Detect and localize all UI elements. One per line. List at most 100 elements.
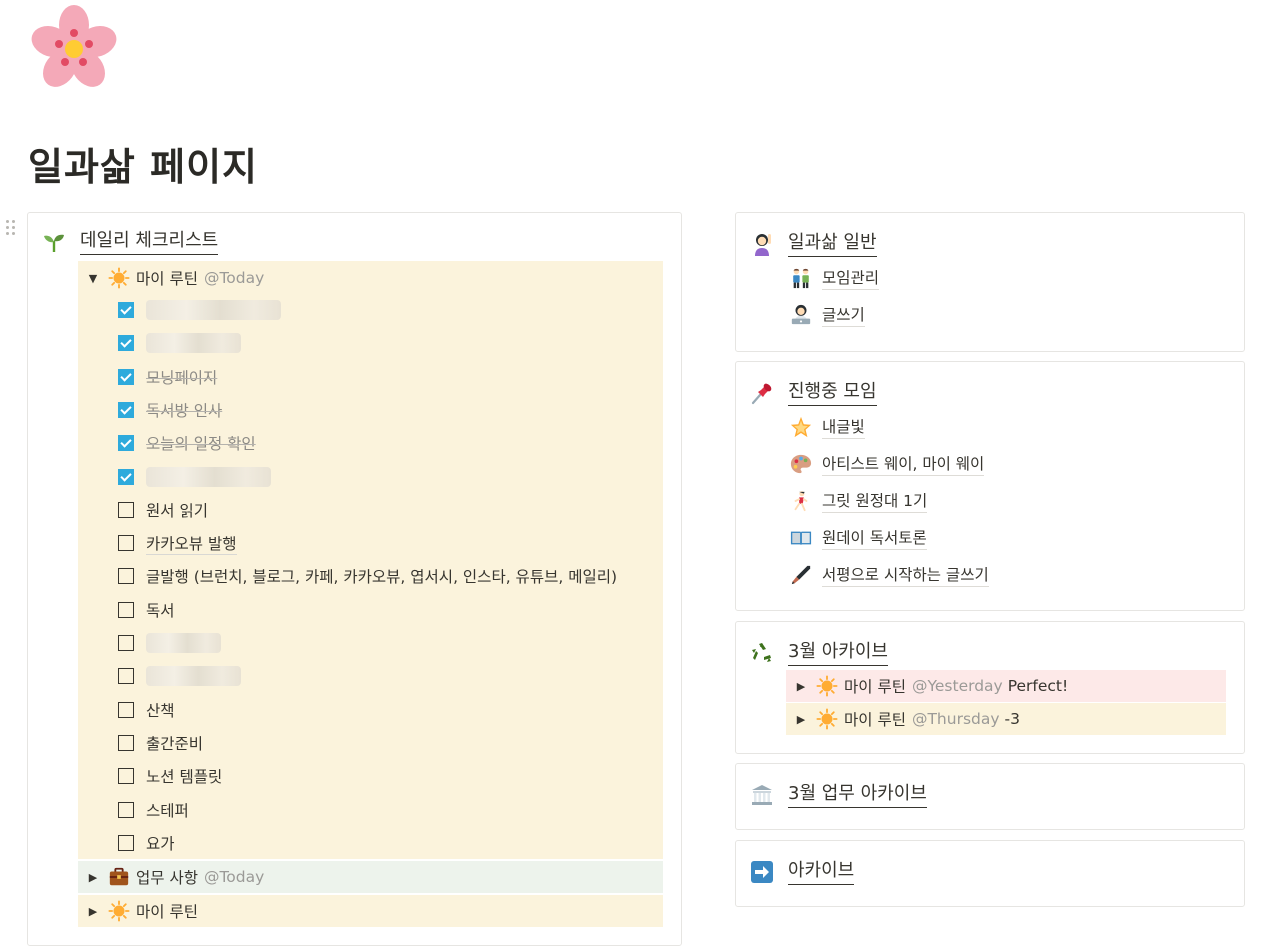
date-mention[interactable]: @Today — [204, 269, 264, 287]
checkbox-unchecked[interactable] — [118, 701, 134, 718]
archive-row-thursday[interactable]: ▶ 마이 루틴 @Thursday -3 — [786, 703, 1226, 735]
recycle-icon — [750, 641, 774, 665]
checkbox-checked[interactable] — [118, 335, 134, 352]
card-header: 3월 아카이브 — [750, 638, 888, 668]
routine-label: 마이 루틴 — [844, 711, 906, 729]
seedling-icon — [42, 230, 66, 254]
checkbox-unchecked[interactable] — [118, 768, 134, 785]
people-holding-hands-icon — [790, 267, 812, 289]
card-title[interactable]: 3월 아카이브 — [788, 640, 888, 666]
routine-label: 마이 루틴 — [136, 270, 198, 288]
checklist-label: 산책 — [146, 701, 175, 720]
link-writing[interactable]: 글쓰기 — [790, 303, 865, 327]
palette-icon — [790, 453, 812, 475]
routine-toggle[interactable]: ▼ 마이 루틴 @Today — [78, 263, 663, 293]
march-archive-card: 3월 아카이브 ▶ 마이 루틴 @Yesterday Perfect! ▶ 마이 — [735, 621, 1245, 754]
routine-label: 마이 루틴 — [136, 903, 198, 921]
checkbox-unchecked[interactable] — [118, 834, 134, 851]
checklist-item: 글발행 (브런치, 블로그, 카페, 카카오뷰, 엽서시, 인스타, 유튜브, … — [118, 563, 617, 589]
toggle-closed-icon[interactable]: ▶ — [786, 713, 816, 726]
checklist-item: 원서 읽기 — [118, 497, 208, 523]
checklist-label: 원서 읽기 — [146, 501, 208, 520]
pushpin-icon — [750, 381, 774, 405]
archive-card: 아카이브 — [735, 840, 1245, 907]
checklist-label: 출간준비 — [146, 734, 204, 753]
woman-technologist-icon — [790, 304, 812, 326]
checkbox-checked[interactable] — [118, 302, 134, 318]
checklist-item: 산책 — [118, 697, 175, 723]
card-title[interactable]: 진행중 모임 — [788, 380, 877, 406]
card-header: 3월 업무 아카이브 — [750, 780, 927, 810]
checklist-item: 스테퍼 — [118, 797, 189, 823]
toggle-closed-icon[interactable]: ▶ — [78, 905, 108, 918]
checkbox-checked[interactable] — [118, 368, 134, 385]
ongoing-meetings-card: 진행중 모임 내글빛 아티스트 웨이, 마이 웨이 그릿 원정대 1기 원데이 … — [735, 361, 1245, 611]
checkbox-unchecked[interactable] — [118, 501, 134, 518]
card-header: 아카이브 — [750, 857, 855, 887]
checklist-item: 출간준비 — [118, 730, 203, 756]
checkbox-checked[interactable] — [118, 401, 134, 418]
woman-raising-hand-icon — [750, 232, 774, 256]
glowing-star-icon — [790, 416, 812, 438]
date-mention[interactable]: @Yesterday — [912, 677, 1003, 695]
redacted-text — [146, 300, 281, 320]
card-title[interactable]: 3월 업무 아카이브 — [788, 782, 927, 808]
drag-handle-icon[interactable] — [6, 220, 18, 238]
row-note: -3 — [1004, 710, 1021, 728]
toggle-open-icon[interactable]: ▼ — [78, 272, 108, 285]
checklist-item: 오늘의 일정 확인 — [118, 430, 256, 456]
checkbox-unchecked[interactable] — [118, 568, 134, 585]
page-title[interactable]: 일과삶 페이지 — [28, 136, 258, 191]
checkbox-unchecked[interactable] — [118, 734, 134, 751]
work-toggle[interactable]: ▶ 업무 사항 @Today — [78, 862, 663, 892]
date-mention[interactable]: @Thursday — [912, 710, 1000, 728]
sun-icon — [816, 708, 838, 730]
checklist-item: 노션 템플릿 — [118, 763, 222, 789]
redacted-text — [146, 466, 271, 487]
checkbox-unchecked[interactable] — [118, 635, 134, 651]
checklist-item — [118, 464, 271, 490]
sun-icon — [108, 267, 130, 289]
checklist-item: 카카오뷰 발행 — [118, 530, 237, 556]
link-artist-way[interactable]: 아티스트 웨이, 마이 웨이 — [790, 452, 985, 476]
classical-building-icon — [750, 783, 774, 807]
archive-row-yesterday[interactable]: ▶ 마이 루틴 @Yesterday Perfect! — [786, 670, 1226, 702]
checklist-label: 노션 템플릿 — [146, 768, 223, 787]
checklist-label: 모닝페이지 — [146, 368, 218, 387]
link-naegeulbit[interactable]: 내글빛 — [790, 415, 865, 439]
card-header: 진행중 모임 — [750, 378, 877, 408]
link-label: 원데이 독서토론 — [822, 526, 927, 550]
link-review-writing[interactable]: 서평으로 시작하는 글쓰기 — [790, 563, 989, 587]
card-title[interactable]: 아카이브 — [788, 859, 855, 885]
checkbox-unchecked[interactable] — [118, 601, 134, 618]
checkbox-unchecked[interactable] — [118, 535, 134, 552]
toggle-closed-icon[interactable]: ▶ — [786, 680, 816, 693]
right-arrow-icon — [750, 860, 774, 884]
checklist-item — [118, 330, 241, 356]
link-grit-expedition[interactable]: 그릿 원정대 1기 — [790, 489, 928, 513]
checklist-label: 카카오뷰 발행 — [146, 532, 237, 555]
link-meeting-management[interactable]: 모임관리 — [790, 266, 880, 290]
link-oneday-book-discussion[interactable]: 원데이 독서토론 — [790, 526, 927, 550]
checkbox-checked[interactable] — [118, 468, 134, 485]
redacted-text — [146, 333, 241, 354]
checklist-label: 독서방 인사 — [146, 401, 223, 420]
routine-toggle-2[interactable]: ▶ 마이 루틴 — [78, 896, 663, 926]
redacted-text — [146, 666, 241, 687]
toggle-closed-icon[interactable]: ▶ — [78, 871, 108, 884]
checklist-label: 요가 — [146, 834, 175, 853]
link-label: 내글빛 — [822, 415, 865, 439]
march-work-archive-card: 3월 업무 아카이브 — [735, 763, 1245, 830]
daily-checklist-card: 데일리 체크리스트 ▼ 마이 루틴 @Today 모닝페이지독서방 인사오늘의 … — [27, 212, 682, 946]
checkbox-unchecked[interactable] — [118, 668, 134, 685]
checkbox-unchecked[interactable] — [118, 801, 134, 818]
life-general-card: 일과삶 일반 모임관리 글쓰기 — [735, 212, 1245, 352]
checkbox-checked[interactable] — [118, 435, 134, 452]
date-mention[interactable]: @Today — [204, 868, 264, 886]
card-title[interactable]: 일과삶 일반 — [788, 231, 877, 257]
link-label: 그릿 원정대 1기 — [822, 489, 928, 513]
card-title[interactable]: 데일리 체크리스트 — [80, 229, 219, 255]
sun-icon — [816, 675, 838, 697]
checklist-item: 독서방 인사 — [118, 397, 222, 423]
cherry-blossom-icon[interactable] — [28, 4, 120, 94]
